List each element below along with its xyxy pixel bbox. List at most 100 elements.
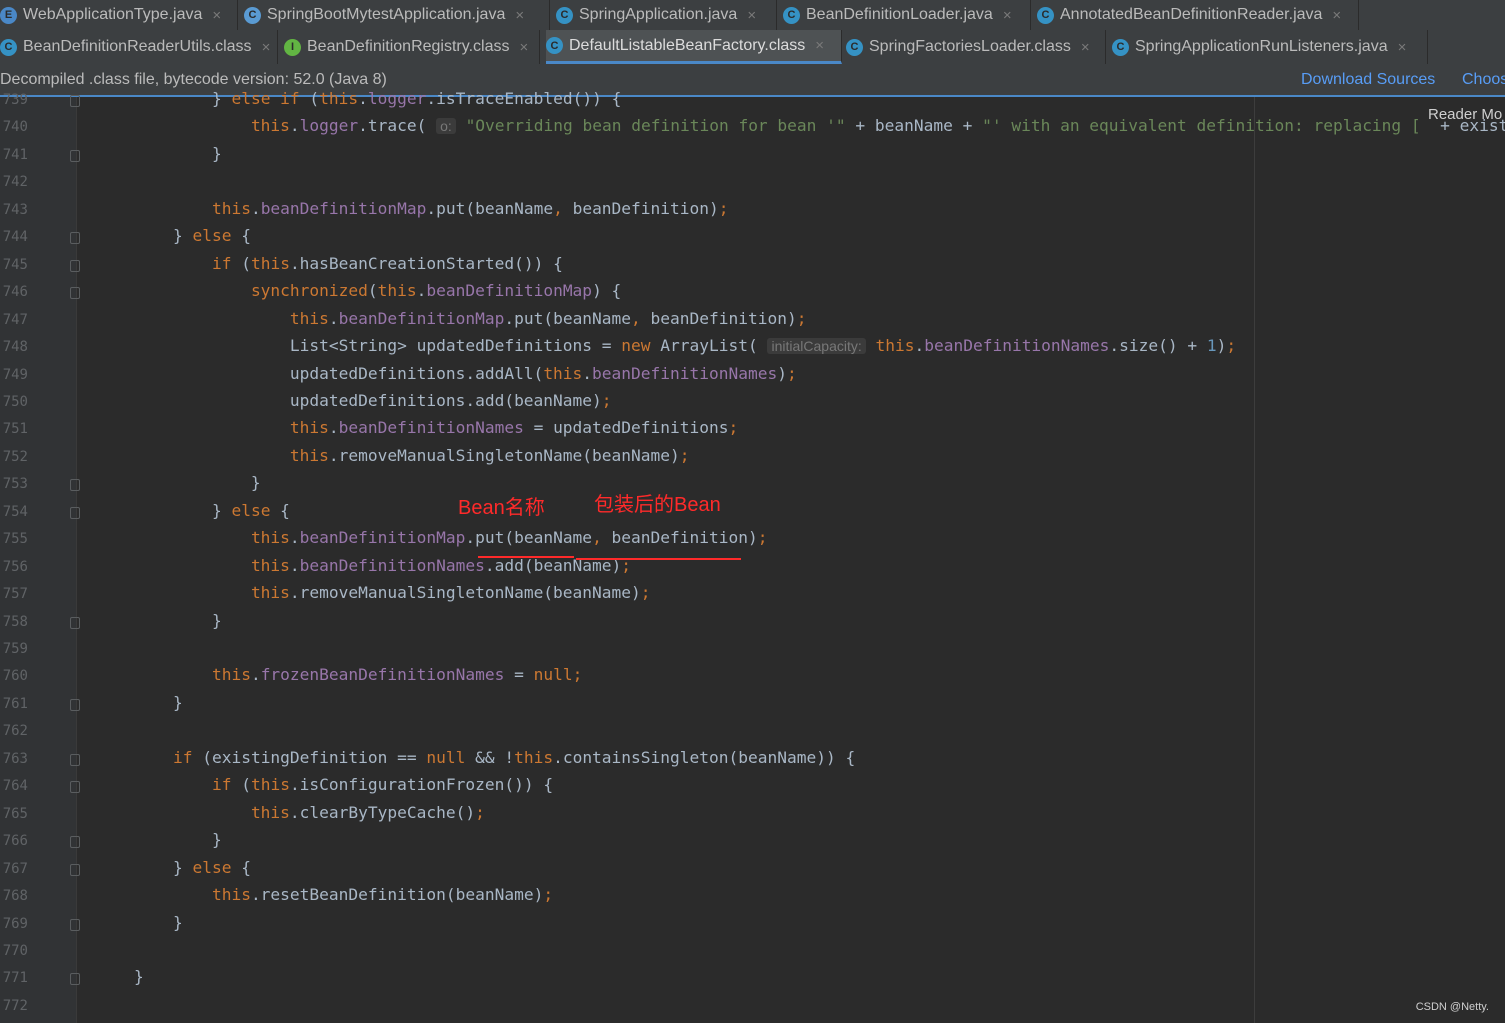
tab-tabs-row1-2[interactable]: C SpringApplication.java × (556, 0, 777, 30)
tab-tabs-row1-0[interactable]: E WebApplicationType.java × (0, 0, 238, 30)
code-token: null (426, 747, 466, 767)
code-line[interactable]: 740 this.logger.trace( o: "Overriding be… (0, 115, 1505, 142)
code-line[interactable]: 747 this.beanDefinitionMap.put(beanName,… (0, 308, 1505, 335)
code-line[interactable]: 741 } (0, 143, 1505, 170)
fold-marker-icon[interactable] (70, 918, 80, 931)
code-token: beanDefinitionMap (260, 198, 427, 218)
fold-marker-icon[interactable] (70, 973, 80, 986)
code-token: if (211, 775, 232, 795)
download-sources-link[interactable]: Download Sources (1301, 71, 1435, 89)
code-line[interactable]: 772 (0, 994, 1505, 1021)
code-line[interactable]: 760 this.frozenBeanDefinitionNames = nul… (0, 664, 1505, 691)
tab-tabs-row1-1[interactable]: C SpringBootMytestApplication.java × (244, 0, 550, 30)
code-line[interactable]: 751 this.beanDefinitionNames = updatedDe… (0, 417, 1505, 444)
close-icon[interactable]: × (515, 7, 524, 24)
code-line[interactable]: 768 this.resetBeanDefinition(beanName); (0, 884, 1505, 911)
close-icon[interactable]: × (1398, 39, 1407, 56)
tab-tabs-row2-4[interactable]: C SpringApplicationRunListeners.java × (1112, 30, 1428, 64)
tab-tabs-row2-1[interactable]: I BeanDefinitionRegistry.class × (284, 30, 540, 64)
code-line[interactable]: 753 } (0, 472, 1505, 499)
code-line[interactable]: 743 this.beanDefinitionMap.put(beanName,… (0, 198, 1505, 225)
code-token: List<String> updatedDefinitions = (95, 336, 622, 356)
code-token: { (231, 226, 251, 246)
fold-marker-icon[interactable] (70, 149, 80, 162)
tab-tabs-row2-0[interactable]: C BeanDefinitionReaderUtils.class × (0, 30, 278, 64)
fold-marker-icon[interactable] (70, 753, 80, 766)
code-line[interactable]: 771 } (0, 966, 1505, 993)
close-icon[interactable]: × (519, 39, 528, 56)
code-line[interactable]: 769 } (0, 912, 1505, 939)
code-line[interactable]: 765 this.clearByTypeCache(); (0, 802, 1505, 829)
tab-label: SpringApplication.java (579, 6, 738, 23)
tab-tabs-row2-3[interactable]: C SpringFactoriesLoader.class × (846, 30, 1106, 64)
code-line[interactable]: 739 } else if (this.logger.isTraceEnable… (0, 88, 1505, 115)
fold-marker-icon[interactable] (70, 698, 80, 711)
code-line[interactable]: 766 } (0, 829, 1505, 856)
line-number: 745 (2, 256, 28, 273)
code-line[interactable]: 762 (0, 719, 1505, 746)
fold-marker-icon[interactable] (70, 863, 80, 876)
close-icon[interactable]: × (1332, 7, 1341, 24)
fold-marker-icon[interactable] (70, 781, 80, 794)
close-icon[interactable]: × (1081, 39, 1090, 56)
line-number: 741 (2, 146, 28, 163)
fold-marker-icon[interactable] (70, 232, 80, 245)
code-token: ( (231, 253, 251, 273)
code-token: beanDefinition) (640, 308, 797, 328)
code-token: ( (231, 775, 251, 795)
line-number: 761 (2, 695, 28, 712)
code-line[interactable]: 756 this.beanDefinitionNames.add(beanNam… (0, 555, 1505, 582)
fold-marker-icon[interactable] (70, 259, 80, 272)
fold-marker-icon[interactable] (70, 836, 80, 849)
code-line[interactable]: 752 this.removeManualSingletonName(beanN… (0, 445, 1505, 472)
code-text: if (this.hasBeanCreationStarted()) { (95, 254, 563, 273)
fold-marker-icon[interactable] (70, 506, 80, 519)
code-token: "Overriding bean definition for bean '" (465, 116, 846, 136)
code-line[interactable]: 757 this.removeManualSingletonName(beanN… (0, 582, 1505, 609)
code-line[interactable]: 755 this.beanDefinitionMap.put(beanName,… (0, 527, 1505, 554)
line-number: 746 (2, 284, 28, 301)
code-line[interactable]: 770 (0, 939, 1505, 966)
code-line[interactable]: 767 } else { (0, 857, 1505, 884)
code-token: } (95, 89, 232, 108)
code-text: this.beanDefinitionMap.put(beanName, bea… (95, 199, 729, 218)
code-token: this (211, 198, 251, 218)
close-icon[interactable]: × (212, 7, 221, 24)
spring-class-icon: C (244, 6, 261, 24)
code-line[interactable]: 759 (0, 637, 1505, 664)
tab-tabs-row2-2[interactable]: C DefaultListableBeanFactory.class × (546, 30, 842, 64)
code-token: ; (718, 198, 729, 218)
code-token: this (289, 418, 329, 438)
fold-marker-icon[interactable] (70, 95, 80, 107)
code-line[interactable]: 749 updatedDefinitions.addAll(this.beanD… (0, 363, 1505, 390)
code-line[interactable]: 761 } (0, 692, 1505, 719)
code-token: = (504, 665, 534, 685)
code-line[interactable]: 754 } else { (0, 500, 1505, 527)
code-line[interactable]: 748 List<String> updatedDefinitions = ne… (0, 335, 1505, 362)
code-text: this.removeManualSingletonName(beanName)… (95, 583, 651, 602)
fold-marker-icon[interactable] (70, 287, 80, 300)
fold-marker-icon[interactable] (70, 479, 80, 492)
code-line[interactable]: 745 if (this.hasBeanCreationStarted()) { (0, 253, 1505, 280)
tab-tabs-row1-4[interactable]: C AnnotatedBeanDefinitionReader.java × (1037, 0, 1359, 30)
code-line[interactable]: 746 synchronized(this.beanDefinitionMap)… (0, 280, 1505, 307)
close-icon[interactable]: × (1003, 7, 1012, 24)
choose-sources-link[interactable]: Choos (1462, 71, 1505, 89)
reader-mode-toggle[interactable]: Reader Mo (1428, 106, 1502, 123)
code-token: ; (728, 418, 739, 438)
line-number: 765 (2, 805, 28, 822)
close-icon[interactable]: × (815, 37, 824, 54)
close-icon[interactable]: × (262, 39, 271, 56)
code-line[interactable]: 742 (0, 170, 1505, 197)
code-line[interactable]: 764 if (this.isConfigurationFrozen()) { (0, 774, 1505, 801)
close-icon[interactable]: × (747, 7, 756, 24)
code-line[interactable]: 744 } else { (0, 225, 1505, 252)
tab-tabs-row1-3[interactable]: C BeanDefinitionLoader.java × (783, 0, 1031, 30)
code-text: if (existingDefinition == null && !this.… (95, 748, 855, 767)
code-line[interactable]: 763 if (existingDefinition == null && !t… (0, 747, 1505, 774)
code-line[interactable]: 758 } (0, 610, 1505, 637)
fold-marker-icon[interactable] (70, 616, 80, 629)
code-line[interactable]: 750 updatedDefinitions.add(beanName); (0, 390, 1505, 417)
